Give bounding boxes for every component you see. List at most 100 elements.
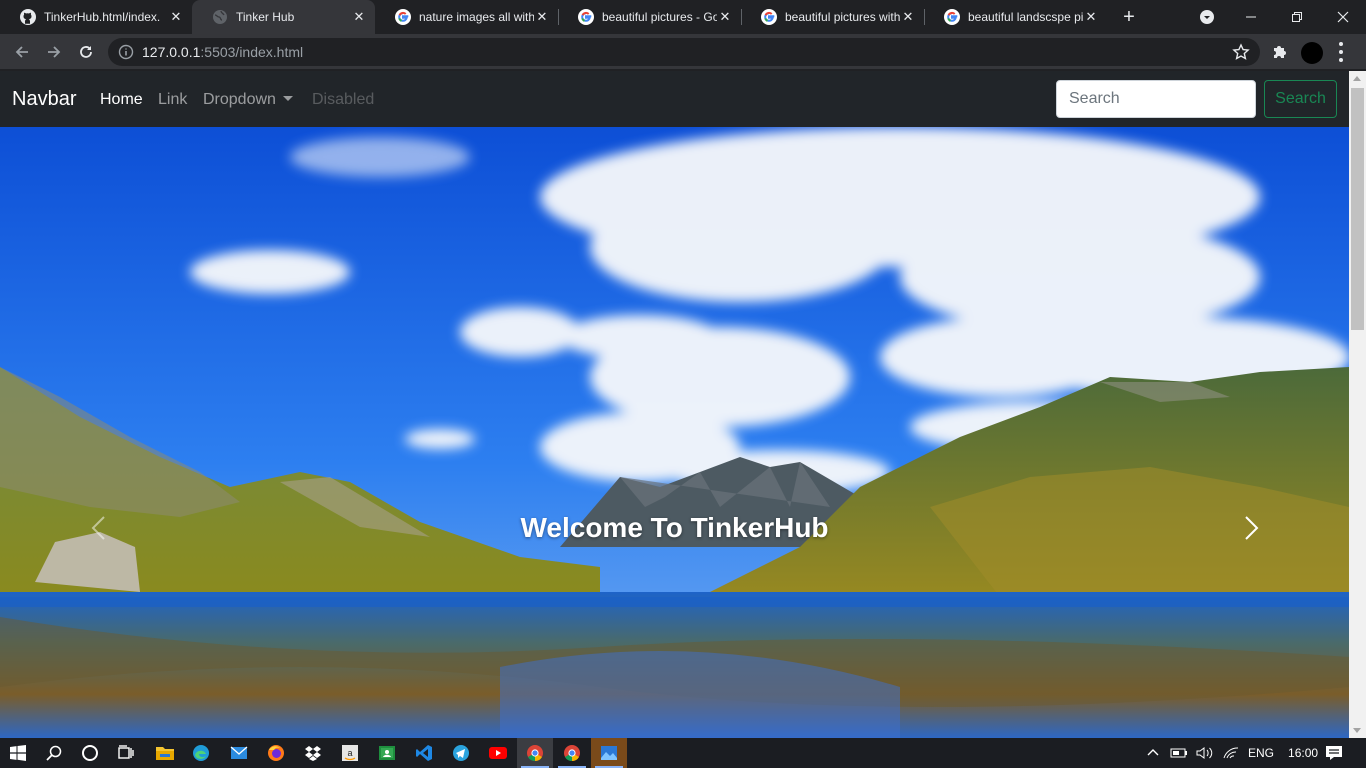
- tab-search-button[interactable]: [1184, 0, 1230, 34]
- photos-button[interactable]: [591, 738, 627, 768]
- restore-button[interactable]: [1274, 0, 1320, 34]
- browser-menu-icon[interactable]: [1338, 42, 1344, 62]
- browser-toolbar: 127.0.0.1:5503/index.html: [0, 34, 1366, 70]
- chrome-button-1[interactable]: [517, 738, 553, 768]
- tab-title: beautiful pictures with: [785, 10, 900, 24]
- youtube-button[interactable]: [480, 738, 516, 768]
- chevron-right-icon: [1245, 516, 1259, 540]
- profile-avatar[interactable]: [1301, 42, 1323, 64]
- minimize-icon: [1246, 16, 1256, 18]
- close-tab-icon[interactable]: ✕: [168, 9, 184, 25]
- windows-logo-icon: [10, 745, 26, 761]
- navbar-brand[interactable]: Navbar: [12, 88, 76, 111]
- task-view-icon: [118, 745, 134, 759]
- address-bar[interactable]: 127.0.0.1:5503/index.html: [108, 38, 1260, 66]
- system-tray: ENG 16:00: [1146, 738, 1318, 768]
- carousel-caption: Welcome To TinkerHub: [520, 512, 829, 543]
- close-icon: [1337, 11, 1349, 23]
- telegram-button[interactable]: [443, 738, 479, 768]
- firefox-icon: [268, 745, 284, 761]
- wifi-icon[interactable]: [1222, 746, 1240, 760]
- browser-tab-4[interactable]: beautiful pictures - Go ✕: [558, 0, 741, 34]
- nav-link-disabled: Disabled: [312, 91, 375, 108]
- mail-button[interactable]: [221, 738, 257, 768]
- info-icon: [118, 44, 134, 60]
- extensions-puzzle-icon[interactable]: [1270, 42, 1290, 62]
- chrome-icon: [564, 745, 580, 762]
- task-view-button[interactable]: [108, 738, 144, 768]
- page-scrollbar[interactable]: [1349, 71, 1366, 738]
- chevron-up-icon[interactable]: [1146, 746, 1160, 760]
- search-button[interactable]: Search: [1264, 80, 1337, 118]
- google-icon: [578, 9, 594, 25]
- battery-icon[interactable]: [1170, 747, 1188, 759]
- edge-button[interactable]: [183, 738, 219, 768]
- action-center-button[interactable]: [1316, 738, 1352, 768]
- close-tab-icon[interactable]: ✕: [717, 9, 733, 25]
- google-icon: [395, 9, 411, 25]
- amazon-icon: a: [342, 745, 358, 761]
- carousel-prev-button[interactable]: [84, 513, 114, 543]
- close-tab-icon[interactable]: ✕: [534, 9, 550, 25]
- chrome-button-2[interactable]: [554, 738, 590, 768]
- search-icon: [46, 745, 62, 761]
- github-icon: [20, 9, 36, 25]
- browser-tab-3[interactable]: nature images all with ✕: [375, 0, 558, 34]
- mail-icon: [230, 746, 248, 759]
- browser-tab-6[interactable]: beautiful landscspe pi ✕: [924, 0, 1107, 34]
- vscode-button[interactable]: [406, 738, 442, 768]
- carousel-next-button[interactable]: [1236, 513, 1266, 543]
- dropdown-label: Dropdown: [203, 91, 276, 108]
- clock[interactable]: 16:00: [1288, 746, 1318, 760]
- language-indicator[interactable]: ENG: [1248, 746, 1274, 760]
- close-tab-icon[interactable]: ✕: [351, 9, 367, 25]
- close-tab-icon[interactable]: ✕: [1083, 9, 1099, 25]
- firefox-button[interactable]: [258, 738, 294, 768]
- bookmark-star-icon[interactable]: [1232, 43, 1250, 61]
- browser-tab-2[interactable]: Tinker Hub ✕: [192, 0, 375, 34]
- scroll-down-icon[interactable]: [1353, 728, 1361, 733]
- tab-title: Tinker Hub: [236, 10, 295, 24]
- browser-tab-strip: TinkerHub.html/index. ✕ Tinker Hub ✕ nat…: [0, 0, 1366, 34]
- tab-title: TinkerHub.html/index.: [44, 10, 161, 24]
- restore-icon: [1292, 12, 1302, 22]
- close-window-button[interactable]: [1320, 0, 1366, 34]
- tab-title: beautiful landscspe pi: [968, 10, 1083, 24]
- start-button[interactable]: [0, 738, 36, 768]
- browser-tab-5[interactable]: beautiful pictures with ✕: [741, 0, 924, 34]
- file-explorer-button[interactable]: [147, 738, 183, 768]
- tab-title: nature images all with: [419, 10, 534, 24]
- scroll-up-icon[interactable]: [1353, 76, 1361, 81]
- browser-tab-1[interactable]: TinkerHub.html/index. ✕: [0, 0, 192, 34]
- url-text: 127.0.0.1:5503/index.html: [142, 44, 303, 60]
- vscode-icon: [416, 745, 432, 761]
- search-taskbar-button[interactable]: [36, 738, 72, 768]
- cortana-icon: [82, 745, 98, 761]
- classroom-button[interactable]: [369, 738, 405, 768]
- edge-icon: [193, 745, 209, 761]
- amazon-button[interactable]: a: [332, 738, 368, 768]
- windows-taskbar: a ENG 16:00: [0, 738, 1366, 768]
- cortana-button[interactable]: [72, 738, 108, 768]
- youtube-icon: [489, 747, 507, 759]
- photos-icon: [601, 746, 617, 760]
- volume-icon[interactable]: [1196, 746, 1214, 760]
- reload-button[interactable]: [72, 38, 100, 66]
- new-tab-button[interactable]: +: [1118, 6, 1140, 28]
- page-viewport: Navbar Home Link Dropdown Disabled Searc…: [0, 71, 1366, 738]
- nav-link-link[interactable]: Link: [158, 91, 187, 109]
- forward-button[interactable]: [40, 38, 68, 66]
- search-input[interactable]: [1056, 80, 1256, 118]
- navbar: Navbar Home Link Dropdown Disabled Searc…: [0, 71, 1349, 127]
- google-icon: [944, 9, 960, 25]
- tab-title: beautiful pictures - Go: [602, 10, 717, 24]
- close-tab-icon[interactable]: ✕: [900, 9, 916, 25]
- minimize-button[interactable]: [1228, 0, 1274, 34]
- nav-link-dropdown[interactable]: Dropdown: [203, 91, 293, 109]
- scrollbar-thumb[interactable]: [1351, 88, 1364, 330]
- svg-text:a: a: [347, 748, 352, 758]
- nav-link-home[interactable]: Home: [100, 91, 143, 109]
- dropbox-button[interactable]: [295, 738, 331, 768]
- back-button[interactable]: [8, 38, 36, 66]
- url-path: :5503/index.html: [200, 44, 304, 60]
